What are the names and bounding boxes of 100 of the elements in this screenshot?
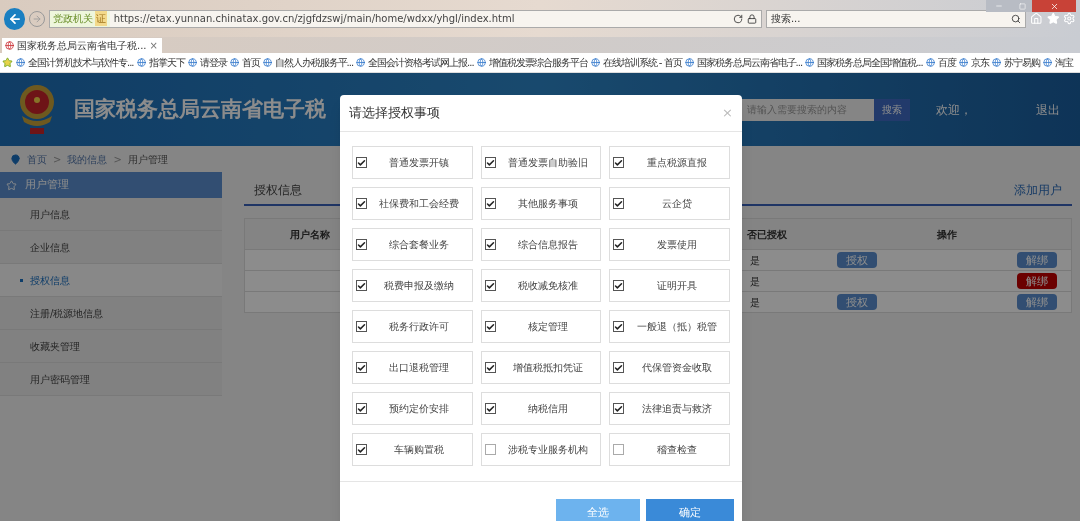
checkbox[interactable] bbox=[613, 444, 625, 455]
logout-link[interactable]: 退出 bbox=[1036, 100, 1060, 119]
authorization-option[interactable]: 预约定价安排 bbox=[352, 392, 473, 425]
refresh-icon[interactable] bbox=[732, 13, 743, 24]
checkbox[interactable] bbox=[484, 321, 496, 332]
authorization-option[interactable]: 法律追责与救济 bbox=[609, 392, 730, 425]
sidebar-item[interactable]: 用户密码管理 bbox=[0, 363, 222, 396]
sidebar-item[interactable]: 用户信息 bbox=[0, 198, 222, 231]
table-cell-text: 是 bbox=[750, 274, 761, 289]
search-icon[interactable] bbox=[1011, 13, 1022, 24]
authorization-option[interactable]: 涉税专业服务机构 bbox=[480, 433, 602, 466]
checkbox[interactable] bbox=[356, 321, 367, 332]
favorite-link[interactable]: 自然人办税服务平... bbox=[274, 55, 354, 70]
favorite-link[interactable]: 国家税务总局全国增值税... bbox=[817, 55, 923, 70]
sidebar-item[interactable]: 收藏夹管理 bbox=[0, 330, 222, 363]
checkbox[interactable] bbox=[613, 239, 625, 250]
favorite-link[interactable]: 全国会计资格考试网上报... bbox=[368, 55, 474, 70]
browser-search-field[interactable]: 搜索... bbox=[765, 9, 1027, 28]
unbind-button[interactable]: 解绑 bbox=[1017, 273, 1057, 289]
favorite-link[interactable]: 京东 bbox=[970, 55, 989, 70]
authorization-option[interactable]: 稽查检查 bbox=[609, 433, 730, 466]
authorization-option[interactable]: 核定管理 bbox=[480, 310, 602, 343]
checkbox[interactable] bbox=[613, 362, 625, 373]
checkbox[interactable] bbox=[484, 280, 496, 291]
address-bar[interactable]: 党政机关 证 https://etax.yunnan.chinatax.gov.cn/zjgfdzswj/main/home/wdxx/yhgl/index.html bbox=[48, 9, 762, 28]
back-button[interactable] bbox=[4, 7, 26, 30]
authorization-option[interactable]: 一般退（抵）税管 bbox=[609, 310, 730, 343]
check-icon bbox=[357, 444, 366, 455]
sidebar-item[interactable]: 注册/税源地信息 bbox=[0, 297, 222, 330]
favorite-link[interactable]: 百度 bbox=[937, 55, 956, 70]
check-icon bbox=[614, 198, 624, 209]
checkbox[interactable] bbox=[613, 280, 625, 291]
authorization-option[interactable]: 综合套餐业务 bbox=[352, 228, 473, 261]
favorite-link[interactable]: 国家税务总局云南省电子... bbox=[696, 55, 803, 70]
authorization-option[interactable]: 社保费和工会经费 bbox=[352, 187, 473, 220]
authorization-option[interactable]: 车辆购置税 bbox=[352, 433, 473, 466]
checkbox[interactable] bbox=[356, 403, 367, 414]
authorization-option[interactable]: 普通发票自助验旧 bbox=[480, 146, 602, 179]
breadcrumb-link[interactable]: 用户管理 bbox=[127, 151, 168, 167]
option-label: 核定管理 bbox=[527, 320, 569, 334]
option-label: 一般退（抵）税管 bbox=[635, 320, 718, 334]
browser-tab[interactable]: 国家税务总局云南省电子税... × bbox=[2, 38, 162, 53]
authorization-option[interactable]: 增值税抵扣凭证 bbox=[480, 351, 602, 384]
option-label: 预约定价安排 bbox=[388, 402, 451, 416]
checkbox[interactable] bbox=[484, 362, 496, 373]
favorite-link[interactable]: 苏宁易购 bbox=[1003, 55, 1040, 70]
authorization-option[interactable]: 云企贷 bbox=[609, 187, 730, 220]
checkbox[interactable] bbox=[356, 362, 367, 373]
site-search-button[interactable]: 搜索 bbox=[874, 98, 910, 121]
check-icon bbox=[485, 362, 495, 373]
back-arrow-icon bbox=[7, 11, 22, 26]
tab-close-button[interactable]: × bbox=[149, 38, 158, 53]
globe-icon bbox=[1042, 58, 1052, 67]
section-tab[interactable]: 授权信息 bbox=[254, 181, 302, 199]
authorization-option[interactable]: 普通发票开镇 bbox=[352, 146, 473, 179]
authorization-option[interactable]: 纳税信用 bbox=[480, 392, 602, 425]
lock-icon bbox=[746, 13, 757, 24]
check-icon bbox=[614, 157, 624, 168]
bullet-icon bbox=[20, 278, 23, 282]
favorite-link[interactable]: 淘宝 bbox=[1054, 55, 1073, 70]
checkbox[interactable] bbox=[613, 403, 625, 414]
favorite-link[interactable]: 全国计算机技术与软件专... bbox=[28, 55, 134, 70]
favorite-link[interactable]: 增值税发票综合服务平台 bbox=[488, 55, 588, 70]
checkbox[interactable] bbox=[356, 157, 367, 168]
authorization-option[interactable]: 其他服务事项 bbox=[480, 187, 602, 220]
authorization-option[interactable]: 发票使用 bbox=[609, 228, 730, 261]
option-label: 增值税抵扣凭证 bbox=[512, 361, 584, 375]
checkbox[interactable] bbox=[613, 321, 625, 332]
site-title: 国家税务总局云南省电子税 bbox=[74, 95, 326, 123]
favorite-link[interactable]: 指掌天下 bbox=[148, 55, 185, 70]
authorization-option[interactable]: 证明开具 bbox=[609, 269, 730, 302]
authorization-option[interactable]: 税费申报及缴纳 bbox=[352, 269, 473, 302]
checkbox[interactable] bbox=[484, 444, 496, 455]
checkbox[interactable] bbox=[356, 444, 367, 455]
checkbox[interactable] bbox=[613, 198, 625, 209]
authorization-option[interactable]: 综合信息报告 bbox=[480, 228, 602, 261]
checkbox[interactable] bbox=[356, 239, 367, 250]
check-icon bbox=[614, 239, 624, 250]
authorization-option[interactable]: 重点税源直报 bbox=[609, 146, 730, 179]
url-text: https://etax.yunnan.chinatax.gov.cn/zjgfdzswj/main/home/wdxx/yhgl/index.html bbox=[113, 12, 516, 26]
checkbox[interactable] bbox=[356, 198, 367, 209]
check-icon bbox=[357, 321, 366, 332]
checkbox[interactable] bbox=[356, 280, 367, 291]
authorization-option[interactable]: 出口退税管理 bbox=[352, 351, 473, 384]
authorization-option[interactable]: 税收减免核准 bbox=[480, 269, 602, 302]
favorite-link[interactable]: 请登录 bbox=[199, 55, 227, 70]
check-icon bbox=[485, 280, 495, 291]
option-label: 证明开具 bbox=[655, 279, 698, 293]
confirm-button[interactable]: 确定 bbox=[646, 499, 734, 521]
authorization-option[interactable]: 税务行政许可 bbox=[352, 310, 473, 343]
checkbox[interactable] bbox=[484, 403, 496, 414]
checkbox[interactable] bbox=[484, 198, 496, 209]
favorite-link[interactable]: 首页 bbox=[241, 55, 260, 70]
checkbox[interactable] bbox=[484, 239, 496, 250]
checkbox[interactable] bbox=[484, 157, 496, 168]
favorite-link[interactable]: 在线培训系统 - 首页 bbox=[602, 55, 682, 70]
authorization-option[interactable]: 代保管资金收取 bbox=[609, 351, 730, 384]
location-icon bbox=[10, 153, 21, 165]
checkbox[interactable] bbox=[613, 157, 625, 168]
globe-icon bbox=[991, 58, 1001, 67]
